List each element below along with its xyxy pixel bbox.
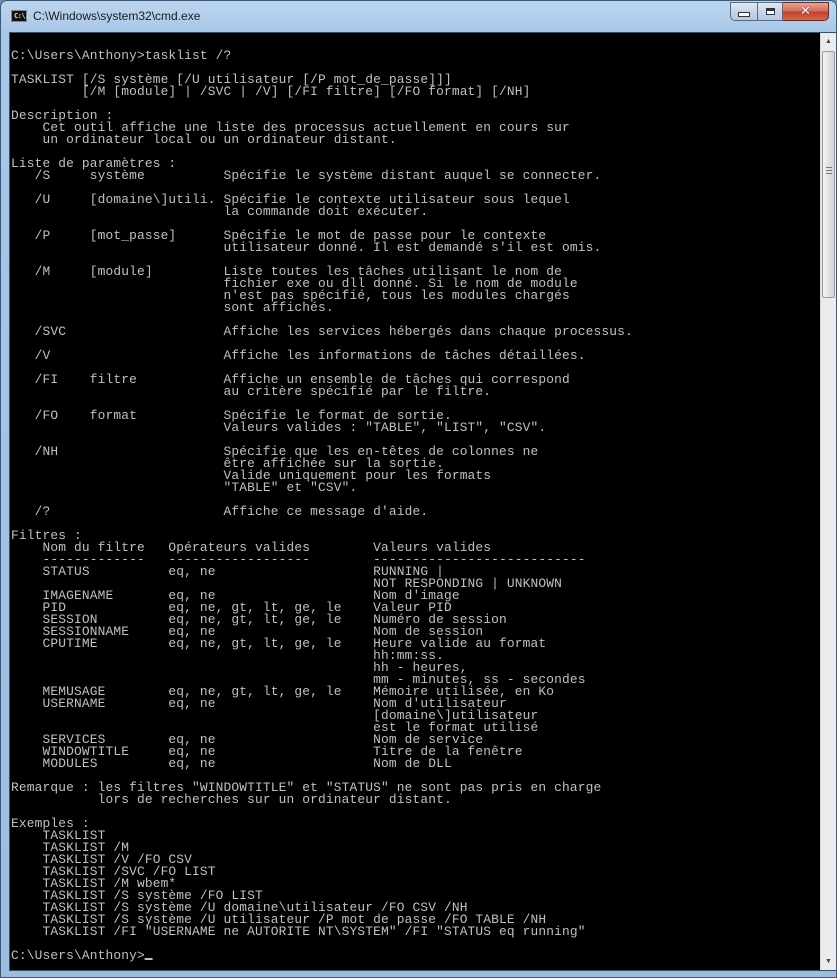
scroll-down-button[interactable]: ▼ (821, 953, 836, 970)
maximize-icon (765, 8, 775, 15)
console-line: [/M [module] | /SVC | /V] [/FI filtre] [… (11, 84, 531, 99)
arrow-down-icon: ▼ (825, 958, 832, 965)
vertical-scrollbar[interactable]: ▲ ▼ (820, 33, 836, 970)
console-line: MODULES eq, ne Nom de DLL (11, 756, 452, 771)
maximize-button[interactable] (757, 2, 783, 21)
console-line: /? Affiche ce message d'aide. (11, 504, 429, 519)
console-line: sont affichés. (11, 300, 334, 315)
window-controls: ✕ (730, 2, 829, 22)
minimize-icon (738, 12, 750, 17)
console-line: TASKLIST /FI "USERNAME ne AUTORITE NT\SY… (11, 924, 586, 939)
console-line: /V Affiche les informations de tâches dé… (11, 348, 586, 363)
console-line: lors de recherches sur un ordinateur dis… (11, 792, 452, 807)
close-button[interactable]: ✕ (783, 2, 829, 21)
command-prompt[interactable]: C:\Users\Anthony> (11, 948, 812, 963)
scroll-up-button[interactable]: ▲ (821, 33, 836, 50)
console-line: Valeurs valides : "TABLE", "LIST", "CSV"… (11, 420, 547, 435)
console-line: utilisateur donné. Il est demandé s'il e… (11, 240, 602, 255)
console-line: Exemples : (11, 816, 90, 831)
title-bar[interactable]: C:\. C:\Windows\system32\cmd.exe ✕ (1, 1, 836, 32)
console-line: TASKLIST (11, 828, 106, 843)
text-cursor (144, 958, 153, 960)
console-output[interactable]: C:\Users\Anthony>tasklist /? TASKLIST [/S… (11, 38, 820, 968)
cmd-window: C:\. C:\Windows\system32\cmd.exe ✕ C:\Us… (0, 0, 837, 978)
grip-icon (826, 167, 832, 175)
console-line: un ordinateur local ou un ordinateur dis… (11, 132, 397, 147)
arrow-up-icon: ▲ (825, 38, 832, 45)
cmd-icon: C:\. (11, 10, 29, 22)
console-line: la commande doit exécuter. (11, 204, 429, 219)
cmd-icon-glyph: C:\. (14, 12, 29, 20)
console-line: /S système Spécifie le système distant a… (11, 168, 602, 183)
console-line: au critère spécifié par le filtre. (11, 384, 492, 399)
console-line: C:\Users\Anthony>tasklist /? (11, 48, 232, 63)
close-icon: ✕ (800, 4, 811, 19)
console-line: /SVC Affiche les services hébergés dans … (11, 324, 633, 339)
prompt-text: C:\Users\Anthony> (11, 948, 145, 963)
console-line: "TABLE" et "CSV". (11, 480, 358, 495)
console-area[interactable]: C:\Users\Anthony>tasklist /? TASKLIST [/S… (9, 32, 836, 971)
scrollbar-thumb[interactable] (822, 51, 835, 298)
window-title: C:\Windows\system32\cmd.exe (33, 9, 201, 23)
minimize-button[interactable] (730, 2, 757, 21)
